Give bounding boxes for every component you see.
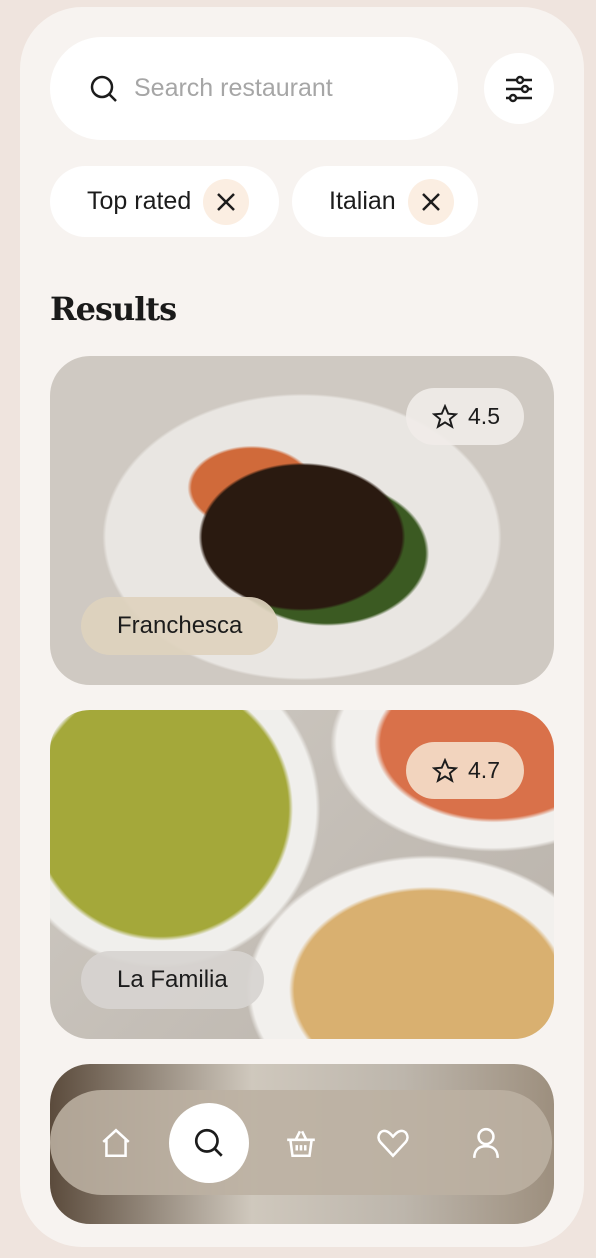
search-icon	[90, 75, 117, 102]
search-icon	[194, 1128, 223, 1157]
close-icon	[217, 192, 236, 211]
nav-favorites[interactable]	[353, 1103, 433, 1183]
sliders-icon	[506, 75, 532, 102]
search-placeholder: Search restaurant	[134, 74, 333, 102]
rating-badge: 4.5	[406, 388, 524, 445]
restaurant-name: La Familia	[81, 951, 264, 1009]
chip-remove-button[interactable]	[407, 178, 454, 225]
home-icon	[102, 1128, 130, 1157]
nav-search[interactable]	[168, 1102, 249, 1183]
basket-icon	[287, 1130, 315, 1157]
results-title: Results	[50, 290, 177, 328]
user-icon	[472, 1127, 499, 1158]
nav-home[interactable]	[76, 1103, 156, 1183]
close-icon	[421, 192, 440, 211]
star-icon	[432, 757, 459, 783]
chip-top-rated: Top rated	[50, 166, 279, 237]
chip-italian: Italian	[292, 166, 478, 237]
restaurant-name: Franchesca	[81, 597, 279, 655]
phone-screen: Search restaurant Top rated Italian Resu…	[20, 7, 584, 1247]
chip-label: Italian	[329, 187, 396, 215]
rating-value: 4.7	[468, 757, 500, 783]
rating-value: 4.5	[468, 403, 500, 429]
rating-badge: 4.7	[406, 742, 524, 799]
chip-label: Top rated	[87, 187, 192, 215]
heart-icon	[377, 1129, 410, 1158]
bottom-nav	[50, 1090, 552, 1195]
chip-remove-button[interactable]	[203, 178, 250, 225]
filter-button[interactable]	[484, 53, 554, 124]
restaurant-card[interactable]: 4.5 Franchesca	[50, 356, 554, 685]
search-input[interactable]: Search restaurant	[50, 37, 458, 140]
restaurant-card[interactable]: 4.7 La Familia	[50, 710, 554, 1039]
nav-basket[interactable]	[261, 1103, 341, 1183]
star-icon	[432, 403, 459, 429]
nav-profile[interactable]	[446, 1103, 526, 1183]
